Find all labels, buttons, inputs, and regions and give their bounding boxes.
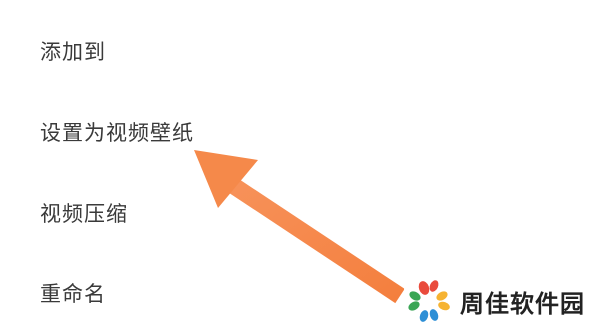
- menu-item-label: 添加到: [40, 40, 106, 64]
- menu-item-label: 重命名: [40, 282, 106, 306]
- menu-item-label: 视频压缩: [40, 202, 128, 226]
- menu-item-label: 设置为视频壁纸: [40, 121, 194, 145]
- menu-item-add-to[interactable]: 添加到: [0, 21, 600, 81]
- menu-item-video-compress[interactable]: 视频压缩: [0, 183, 600, 243]
- watermark-text: 周佳软件园: [460, 289, 585, 318]
- screenshot: 添加到 设置为视频壁纸 视频压缩 重命名 周佳软件园: [0, 0, 600, 329]
- site-logo-icon: [408, 280, 450, 322]
- watermark: 周佳软件园: [404, 276, 591, 326]
- menu-item-set-video-wallpaper[interactable]: 设置为视频壁纸: [0, 102, 600, 162]
